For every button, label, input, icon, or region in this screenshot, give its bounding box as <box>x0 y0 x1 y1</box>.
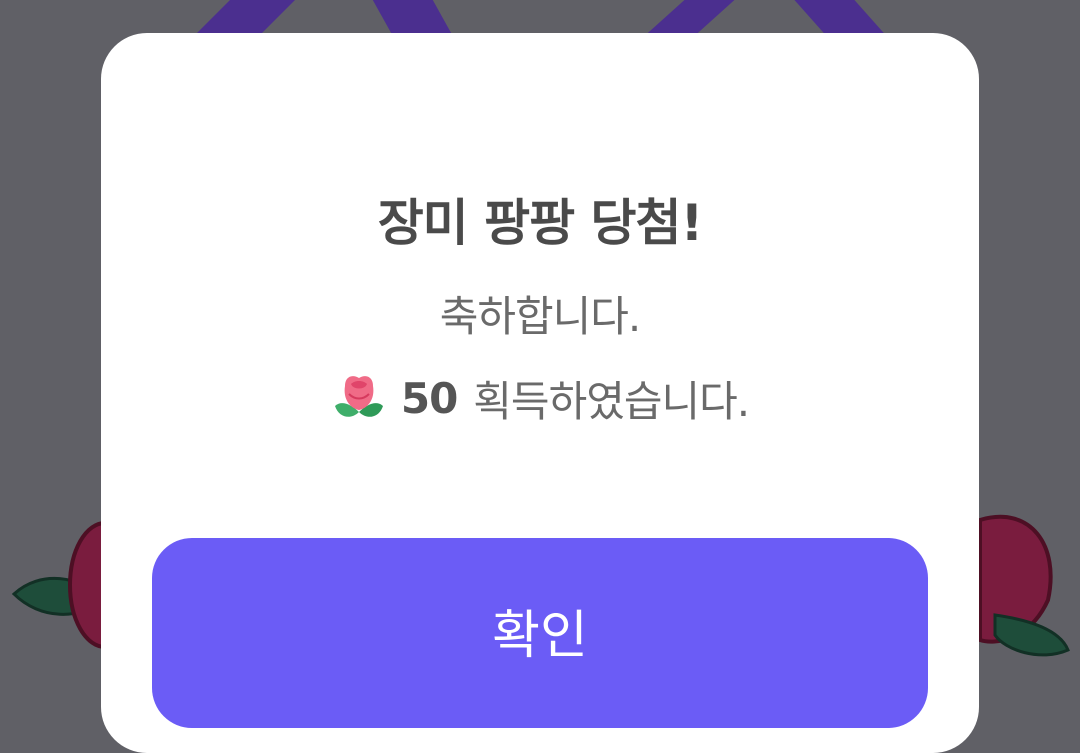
reward-dialog: 장미 팡팡 당첨! 축하합니다. 50 획득하였습니다. 확인 <box>101 33 979 753</box>
reward-suffix: 획득하였습니다. <box>473 376 750 426</box>
reward-amount: 50 <box>400 373 458 423</box>
confirm-button[interactable]: 확인 <box>152 538 928 728</box>
dialog-title: 장미 팡팡 당첨! <box>377 194 704 252</box>
reward-message: 50 획득하였습니다. <box>101 363 979 433</box>
confirm-button-label: 확인 <box>492 606 588 666</box>
rose-icon <box>334 376 383 417</box>
congratulations-message: 축하합니다. <box>439 292 642 341</box>
